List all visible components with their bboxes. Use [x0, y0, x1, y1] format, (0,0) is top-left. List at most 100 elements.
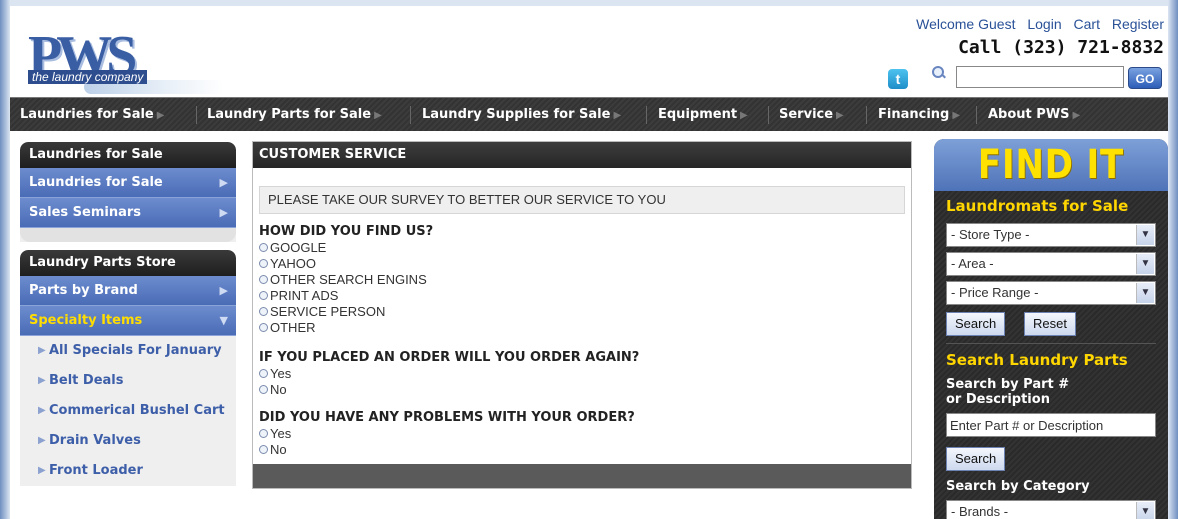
- left-sidebar: Laundries for Sale Laundries for Sale ▶ …: [20, 142, 236, 519]
- radio-option[interactable]: SERVICE PERSON: [259, 304, 385, 320]
- radio-button[interactable]: [259, 429, 268, 438]
- phone-number: Call (323) 721-8832: [958, 37, 1164, 58]
- part-search-button[interactable]: Search: [946, 447, 1006, 471]
- sidebar-item-parts-by-brand[interactable]: Parts by Brand ▶: [20, 276, 236, 306]
- select-value: - Brands -: [951, 504, 1009, 519]
- radio-option[interactable]: OTHER: [259, 320, 316, 336]
- bullet-icon: ▶: [38, 405, 46, 416]
- nav-label: Laundry Supplies for Sale: [422, 107, 611, 122]
- category-label: Search by Category: [946, 479, 1090, 494]
- panel-footer: [253, 464, 911, 488]
- nav-divider: [866, 106, 867, 124]
- nav-divider: [410, 106, 411, 124]
- subitem-label: Front Loader: [49, 463, 143, 478]
- nav-financing[interactable]: Financing ▶: [878, 98, 960, 132]
- select-value: - Store Type -: [951, 227, 1030, 242]
- reset-button[interactable]: Reset: [1024, 312, 1076, 336]
- radio-button[interactable]: [259, 259, 268, 268]
- nav-laundry-parts[interactable]: Laundry Parts for Sale ▶: [207, 98, 382, 132]
- twitter-icon[interactable]: t: [888, 69, 908, 89]
- subitem-belt-deals[interactable]: ▶ Belt Deals: [20, 366, 236, 396]
- go-button[interactable]: GO: [1128, 67, 1162, 89]
- chevron-right-icon: ▶: [219, 176, 228, 189]
- chevron-right-icon: ▶: [219, 284, 228, 297]
- nav-about-pws[interactable]: About PWS ▶: [988, 98, 1080, 132]
- search-button[interactable]: Search: [946, 312, 1006, 336]
- subitem-front-loader[interactable]: ▶ Front Loader: [20, 456, 236, 486]
- radio-option[interactable]: GOOGLE: [259, 240, 326, 256]
- nav-service[interactable]: Service ▶: [779, 98, 844, 132]
- customer-service-panel: CUSTOMER SERVICE PLEASE TAKE OUR SURVEY …: [252, 141, 912, 489]
- sidebar-item-laundries-for-sale[interactable]: Laundries for Sale ▶: [20, 168, 236, 198]
- chevron-down-icon: ▼: [219, 314, 228, 327]
- radio-option[interactable]: OTHER SEARCH ENGINS: [259, 272, 427, 288]
- radio-button[interactable]: [259, 445, 268, 454]
- logo[interactable]: PWS the laundry company: [14, 12, 224, 94]
- radio-button[interactable]: [259, 291, 268, 300]
- chevron-down-icon: ▼: [1136, 225, 1154, 245]
- nav-label: Financing: [878, 107, 950, 122]
- login-link[interactable]: Login: [1027, 16, 1061, 32]
- top-links: Welcome Guest Login Cart Register: [908, 16, 1164, 32]
- price-range-select[interactable]: - Price Range - ▼: [946, 281, 1156, 305]
- subitem-label: Commerical Bushel Cart: [49, 403, 225, 418]
- subitem-drain-valves[interactable]: ▶ Drain Valves: [20, 426, 236, 456]
- site-search-input[interactable]: [956, 66, 1124, 88]
- brands-select[interactable]: - Brands - ▼: [946, 500, 1156, 519]
- chevron-right-icon: ▶: [219, 206, 228, 219]
- part-search-input[interactable]: [946, 413, 1156, 437]
- cart-link[interactable]: Cart: [1074, 16, 1100, 32]
- nav-label: Equipment: [658, 107, 738, 122]
- header: PWS the laundry company Welcome Guest Lo…: [10, 6, 1168, 97]
- divider: [946, 343, 1156, 344]
- option-label: PRINT ADS: [270, 288, 339, 303]
- bullet-icon: ▶: [38, 345, 46, 356]
- sidebar-item-sales-seminars[interactable]: Sales Seminars ▶: [20, 198, 236, 228]
- main-nav: Laundries for Sale ▶ Laundry Parts for Sa…: [10, 97, 1168, 131]
- find-it-title: FIND IT: [977, 142, 1125, 188]
- option-label: GOOGLE: [270, 240, 327, 255]
- welcome-text: Welcome Guest: [916, 16, 1016, 32]
- radio-option[interactable]: Yes: [259, 366, 291, 382]
- question-find-us: HOW DID YOU FIND US?: [259, 224, 434, 239]
- radio-button[interactable]: [259, 385, 268, 394]
- survey-banner: PLEASE TAKE OUR SURVEY TO BETTER OUR SER…: [259, 186, 905, 214]
- question-order-again: IF YOU PLACED AN ORDER WILL YOU ORDER AG…: [259, 350, 640, 365]
- sidebar-item-specialty-items[interactable]: Specialty Items ▼: [20, 306, 236, 336]
- radio-button[interactable]: [259, 369, 268, 378]
- nav-label: Laundries for Sale: [20, 107, 154, 122]
- nav-equipment[interactable]: Equipment ▶: [658, 98, 748, 132]
- chevron-down-icon: ▼: [1136, 502, 1154, 519]
- nav-divider: [646, 106, 647, 124]
- question-problems: DID YOU HAVE ANY PROBLEMS WITH YOUR ORDE…: [259, 410, 635, 425]
- area-select[interactable]: - Area - ▼: [946, 252, 1156, 276]
- box-footer: [20, 228, 236, 242]
- subitem-label: Drain Valves: [49, 433, 141, 448]
- radio-option[interactable]: No: [259, 382, 287, 398]
- register-link[interactable]: Register: [1112, 16, 1164, 32]
- nav-laundries-for-sale[interactable]: Laundries for Sale ▶: [20, 98, 164, 132]
- radio-button[interactable]: [259, 323, 268, 332]
- subitem-bushel-cart[interactable]: ▶ Commerical Bushel Cart: [20, 396, 236, 426]
- store-type-select[interactable]: - Store Type - ▼: [946, 223, 1156, 247]
- panel-title: CUSTOMER SERVICE: [253, 142, 911, 168]
- subitem-all-specials[interactable]: ▶ All Specials For January: [20, 336, 236, 366]
- option-label: No: [270, 442, 287, 457]
- option-label: SERVICE PERSON: [270, 304, 386, 319]
- nav-label: About PWS: [988, 107, 1070, 122]
- radio-option[interactable]: No: [259, 442, 287, 458]
- radio-option[interactable]: PRINT ADS: [259, 288, 338, 304]
- subitem-label: Belt Deals: [49, 373, 124, 388]
- radio-option[interactable]: YAHOO: [259, 256, 316, 272]
- sidebar-item-label: Laundries for Sale: [29, 175, 163, 190]
- parts-store-box: Laundry Parts Store Parts by Brand ▶ Spe…: [20, 250, 236, 486]
- radio-button[interactable]: [259, 243, 268, 252]
- chevron-right-icon: ▶: [1072, 110, 1081, 121]
- chevron-right-icon: ▶: [740, 110, 748, 121]
- radio-button[interactable]: [259, 307, 268, 316]
- chevron-down-icon: ▼: [1136, 254, 1154, 274]
- radio-button[interactable]: [259, 275, 268, 284]
- radio-option[interactable]: Yes: [259, 426, 291, 442]
- nav-laundry-supplies[interactable]: Laundry Supplies for Sale ▶: [422, 98, 621, 132]
- select-value: - Price Range -: [951, 285, 1039, 300]
